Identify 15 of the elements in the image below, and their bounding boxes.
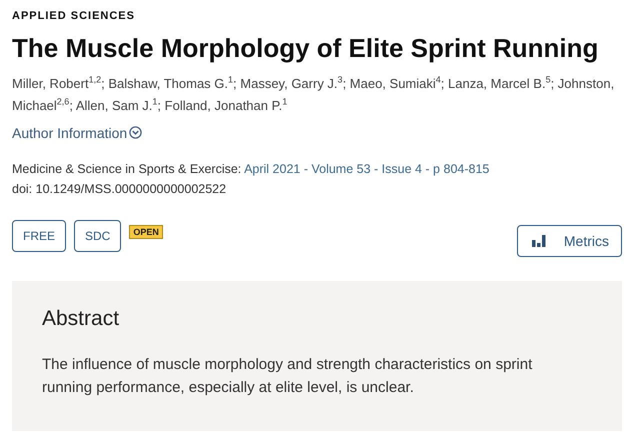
article-title: The Muscle Morphology of Elite Sprint Running	[12, 32, 598, 64]
abstract-heading: Abstract	[42, 306, 120, 330]
issue-link[interactable]: April 2021 - Volume 53 - Issue 4 - p 804-815	[244, 162, 490, 176]
bar-chart-icon	[532, 234, 546, 246]
abstract-text: The influence of muscle morphology and strength characteristics on sprint running performance, especially at elite level, is unclear.	[42, 354, 534, 398]
chevron-down-icon	[129, 126, 142, 139]
filter-button[interactable]: SDC	[74, 220, 122, 252]
author-information-link[interactable]: Author Information	[12, 124, 142, 140]
open-access-tag: OPEN	[129, 224, 163, 238]
metrics-button[interactable]: Metrics	[516, 224, 622, 256]
section-label: APPLIED SCIENCES	[12, 10, 136, 22]
filter-button[interactable]: FREE	[12, 220, 66, 252]
journal-name: Medicine & Science in Sports & Exercise:	[12, 162, 242, 176]
doi-text: doi: 10.1249/MSS.0000000000002522	[12, 182, 226, 196]
author-list: Miller, Robert$^{1,2}$; Balshaw, Thomas G.$^{1}$; Massey, Garry J.$^{3}$; Maeo, Sumiaki$^{4}$; Lanza, Marcel B.$^{5}$; Johnston, Michael$^{2,6}$; Allen, Sam J.$^{1}$; Folland, Jonathan P.$^{1}$	[12, 72, 622, 116]
